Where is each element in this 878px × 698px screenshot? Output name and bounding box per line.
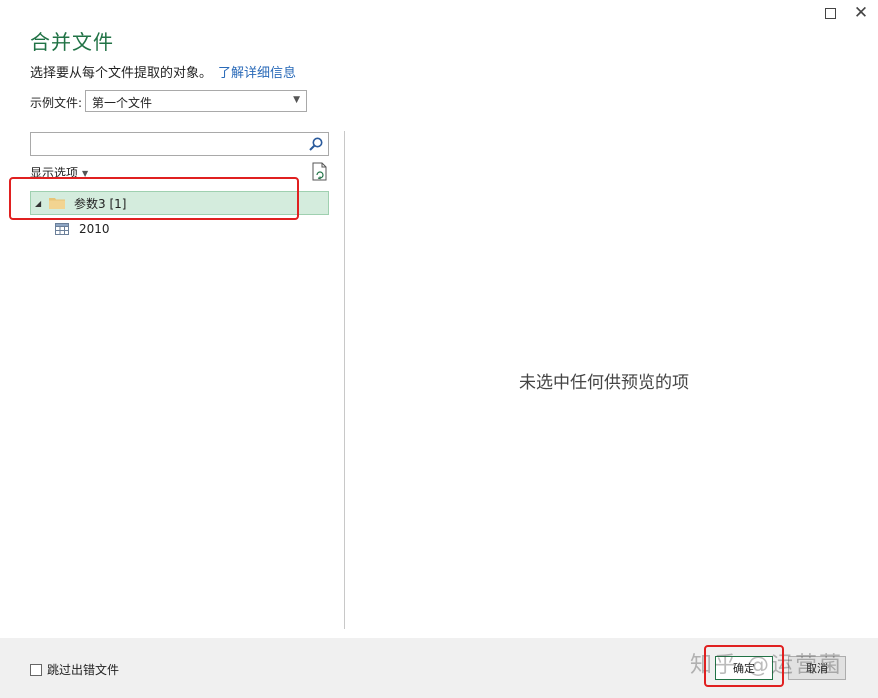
display-options-label: 显示选项 (30, 166, 79, 180)
refresh-icon[interactable] (311, 162, 329, 182)
chevron-down-icon: ▼ (293, 95, 300, 105)
expand-icon[interactable]: ◢ (35, 199, 49, 208)
checkbox-icon (30, 663, 42, 676)
skip-error-files-checkbox[interactable]: 跳过出错文件 (30, 661, 119, 678)
skip-error-files-label: 跳过出错文件 (47, 663, 120, 677)
example-file-select[interactable]: 第一个文件 ▼ (85, 90, 307, 112)
dialog-subtitle: 选择要从每个文件提取的对象。 了解详细信息 (30, 62, 296, 81)
maximize-icon (824, 7, 836, 19)
display-options-dropdown[interactable]: 显示选项 ▼ (30, 164, 88, 181)
cancel-button[interactable]: 取消 (788, 656, 846, 680)
search-icon[interactable] (308, 136, 324, 152)
example-file-label: 示例文件: (30, 96, 83, 110)
ok-button[interactable]: 确定 (715, 656, 773, 680)
search-input[interactable] (31, 133, 299, 155)
folder-icon (49, 198, 65, 209)
dialog-title: 合并文件 (30, 30, 114, 54)
caret-down-icon: ▼ (82, 169, 89, 178)
subtitle-text: 选择要从每个文件提取的对象。 (30, 66, 213, 81)
search-box (30, 132, 329, 156)
example-file-value: 第一个文件 (92, 96, 153, 110)
dialog-footer: 跳过出错文件 确定 取消 知乎 @运营菌 (0, 638, 878, 698)
table-icon (55, 223, 69, 235)
tree-item-label: 2010 (79, 222, 110, 236)
tree-item-table[interactable]: 2010 (30, 218, 329, 240)
tree-item-label: 参数3 [1] (74, 196, 127, 211)
tree-item-folder[interactable]: ◢ 参数3 [1] (30, 191, 329, 215)
preview-empty-message: 未选中任何供预览的项 (519, 373, 689, 393)
maximize-button[interactable] (819, 4, 841, 22)
learn-more-link[interactable]: 了解详细信息 (218, 66, 296, 81)
close-icon: ✕ (853, 3, 869, 23)
close-button[interactable]: ✕ (850, 3, 872, 23)
